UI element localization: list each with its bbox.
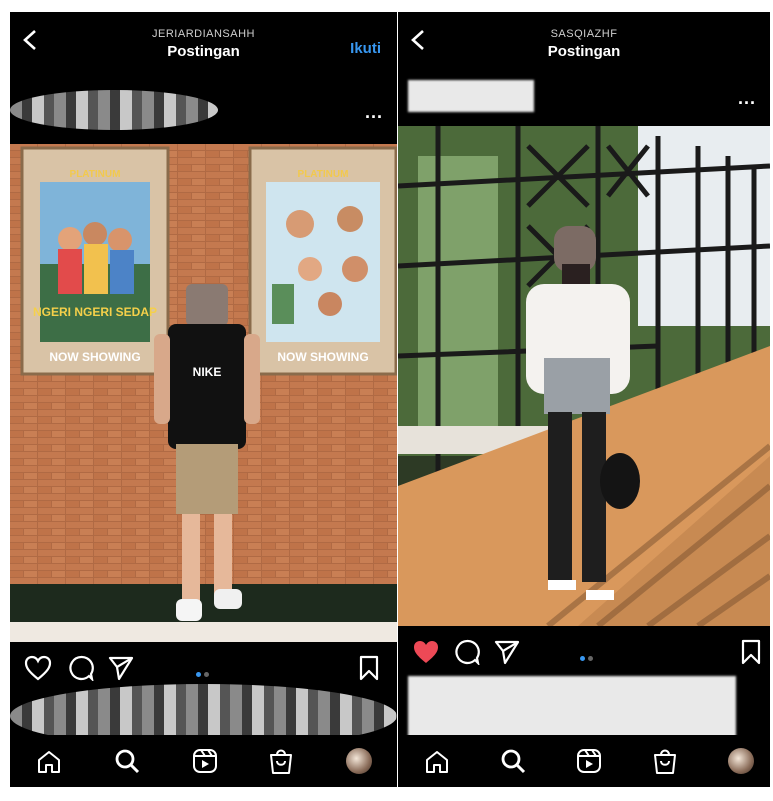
shop-icon[interactable]	[268, 747, 294, 775]
shop-icon[interactable]	[652, 747, 678, 775]
post-photo-right[interactable]	[398, 126, 770, 626]
comment-icon[interactable]	[454, 639, 480, 665]
carousel-indicator	[196, 664, 216, 677]
blurred-username-right	[408, 80, 534, 112]
header-title-right: Postingan	[547, 43, 621, 60]
blurred-username	[10, 90, 218, 130]
profile-avatar-icon[interactable]	[346, 748, 372, 774]
poster-now-showing-right: NOW SHOWING	[277, 350, 368, 364]
share-icon[interactable]	[108, 655, 134, 681]
bookmark-icon[interactable]	[358, 655, 380, 681]
heart-icon[interactable]	[24, 655, 52, 681]
poster-movie-title: NGERI NGERI SEDAP	[33, 305, 157, 319]
more-options-icon[interactable]: ...	[738, 88, 756, 109]
home-icon[interactable]	[424, 749, 450, 775]
left-post-screen: JERIARDIANSAHH Postingan Ikuti ... PLATI…	[10, 12, 397, 787]
header-username: JERIARDIANSAHH	[152, 28, 255, 40]
share-icon[interactable]	[494, 639, 520, 665]
comment-icon[interactable]	[68, 655, 94, 681]
bottom-nav-right	[398, 735, 770, 787]
reels-icon[interactable]	[192, 748, 218, 774]
carousel-indicator	[580, 648, 600, 661]
poster-brand: PLATINUM	[70, 169, 121, 180]
post-header-right: SASQIAZHF Postingan	[398, 12, 770, 72]
poster-brand-right: PLATINUM	[298, 169, 349, 180]
more-options-icon[interactable]: ...	[365, 102, 383, 123]
post-header: JERIARDIANSAHH Postingan Ikuti	[10, 12, 397, 72]
post-photo[interactable]: PLATINUM NGERI NGERI SEDAP NOW SHOWING P…	[10, 144, 397, 642]
profile-avatar-icon[interactable]	[728, 748, 754, 774]
poster-now-showing: NOW SHOWING	[49, 350, 140, 364]
right-post-screen: SASQIAZHF Postingan ...	[398, 12, 770, 787]
follow-button[interactable]: Ikuti	[350, 40, 381, 57]
bottom-nav	[10, 735, 397, 787]
shirt-logo: NIKE	[193, 365, 222, 379]
header-username-right: SASQIAZHF	[550, 28, 618, 40]
header-title: Postingan	[167, 43, 240, 60]
search-icon[interactable]	[114, 748, 140, 774]
bookmark-icon[interactable]	[740, 639, 762, 665]
heart-icon[interactable]	[412, 639, 440, 665]
search-icon[interactable]	[500, 748, 526, 774]
home-icon[interactable]	[36, 749, 62, 775]
reels-icon[interactable]	[576, 748, 602, 774]
